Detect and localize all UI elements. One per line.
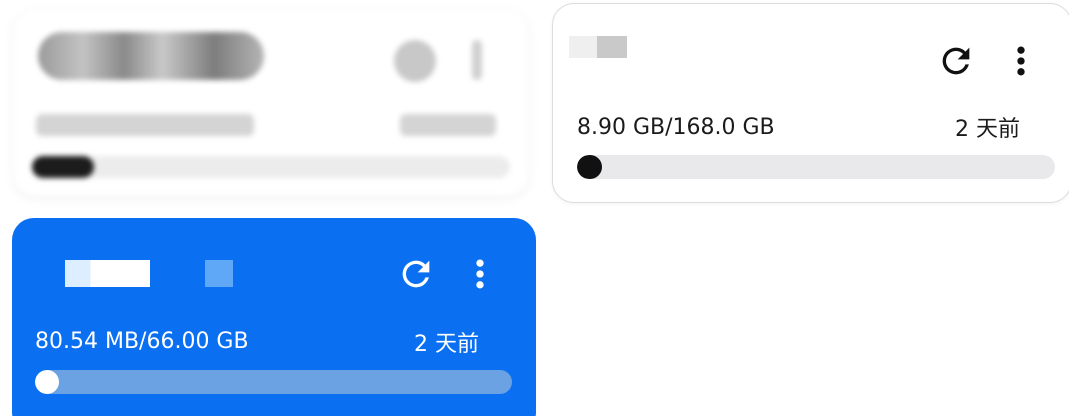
- refresh-icon[interactable]: [394, 40, 436, 82]
- storage-card-blurred[interactable]: [14, 10, 528, 196]
- storage-usage-text: 8.90 GB/168.0 GB: [577, 115, 775, 140]
- more-options-button[interactable]: [458, 252, 502, 296]
- redacted-updated-time: [400, 114, 496, 136]
- usage-progress-fill: [577, 155, 602, 179]
- more-vertical-icon: [476, 259, 484, 289]
- redacted-usage-text: [36, 114, 254, 136]
- usage-progress-fill: [32, 156, 94, 178]
- refresh-icon: [942, 47, 970, 75]
- redacted-card-badge: [205, 260, 233, 287]
- redacted-card-name: [65, 260, 150, 287]
- storage-usage-text: 80.54 MB/66.00 GB: [35, 329, 249, 354]
- storage-panel: 8.90 GB/168.0 GB 2 天前 80.54 MB/66.00 GB …: [0, 0, 1069, 416]
- last-updated-text: 2 天前: [955, 117, 1020, 142]
- usage-progress-fill: [35, 370, 59, 394]
- usage-progress-bar: [577, 155, 1055, 179]
- last-updated-text: 2 天前: [414, 332, 479, 357]
- redacted-card-name: [569, 36, 627, 64]
- usage-progress-bar: [32, 156, 510, 178]
- refresh-icon: [402, 260, 430, 288]
- usage-progress-bar: [35, 370, 512, 394]
- refresh-button[interactable]: [934, 39, 978, 83]
- more-options-button[interactable]: [999, 39, 1043, 83]
- storage-card-light[interactable]: 8.90 GB/168.0 GB 2 天前: [552, 3, 1069, 203]
- storage-card-selected[interactable]: 80.54 MB/66.00 GB 2 天前: [12, 218, 536, 416]
- redacted-card-name: [38, 32, 264, 80]
- more-vertical-icon[interactable]: [472, 40, 482, 80]
- more-vertical-icon: [1017, 46, 1025, 76]
- refresh-button[interactable]: [394, 252, 438, 296]
